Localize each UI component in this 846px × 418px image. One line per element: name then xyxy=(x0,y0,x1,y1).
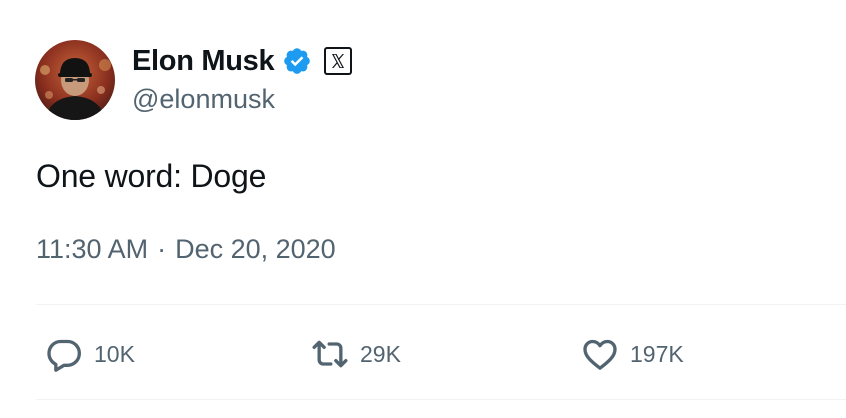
x-logo-icon[interactable] xyxy=(324,47,353,75)
reply-count: 10K xyxy=(94,340,135,367)
reply-button[interactable]: 10K xyxy=(44,334,135,374)
tweet-text: One word: Doge xyxy=(36,158,267,194)
avatar-image xyxy=(35,40,115,120)
tweet-card: Elon Musk @elonmusk One word: Doge 11:30… xyxy=(0,0,846,418)
tweet-timestamp: 11:30 AM · Dec 20, 2020 xyxy=(36,234,336,265)
divider-bottom xyxy=(36,399,846,400)
tweet-time[interactable]: 11:30 AM xyxy=(36,234,148,265)
heart-icon xyxy=(583,339,617,370)
like-button[interactable]: 197K xyxy=(580,334,684,374)
divider-top xyxy=(36,304,846,305)
speech-bubble-icon xyxy=(47,339,82,372)
author-name-row: Elon Musk xyxy=(132,42,353,80)
verified-badge-icon[interactable] xyxy=(282,46,312,76)
timestamp-separator: · xyxy=(157,234,167,264)
repost-count: 29K xyxy=(360,340,401,367)
author-handle[interactable]: @elonmusk xyxy=(132,84,275,115)
tweet-date[interactable]: Dec 20, 2020 xyxy=(175,234,336,265)
author-display-name[interactable]: Elon Musk xyxy=(132,45,275,78)
avatar[interactable] xyxy=(35,40,115,120)
repost-arrows-icon xyxy=(312,340,348,368)
repost-button[interactable]: 29K xyxy=(310,334,401,374)
like-count: 197K xyxy=(630,340,684,367)
